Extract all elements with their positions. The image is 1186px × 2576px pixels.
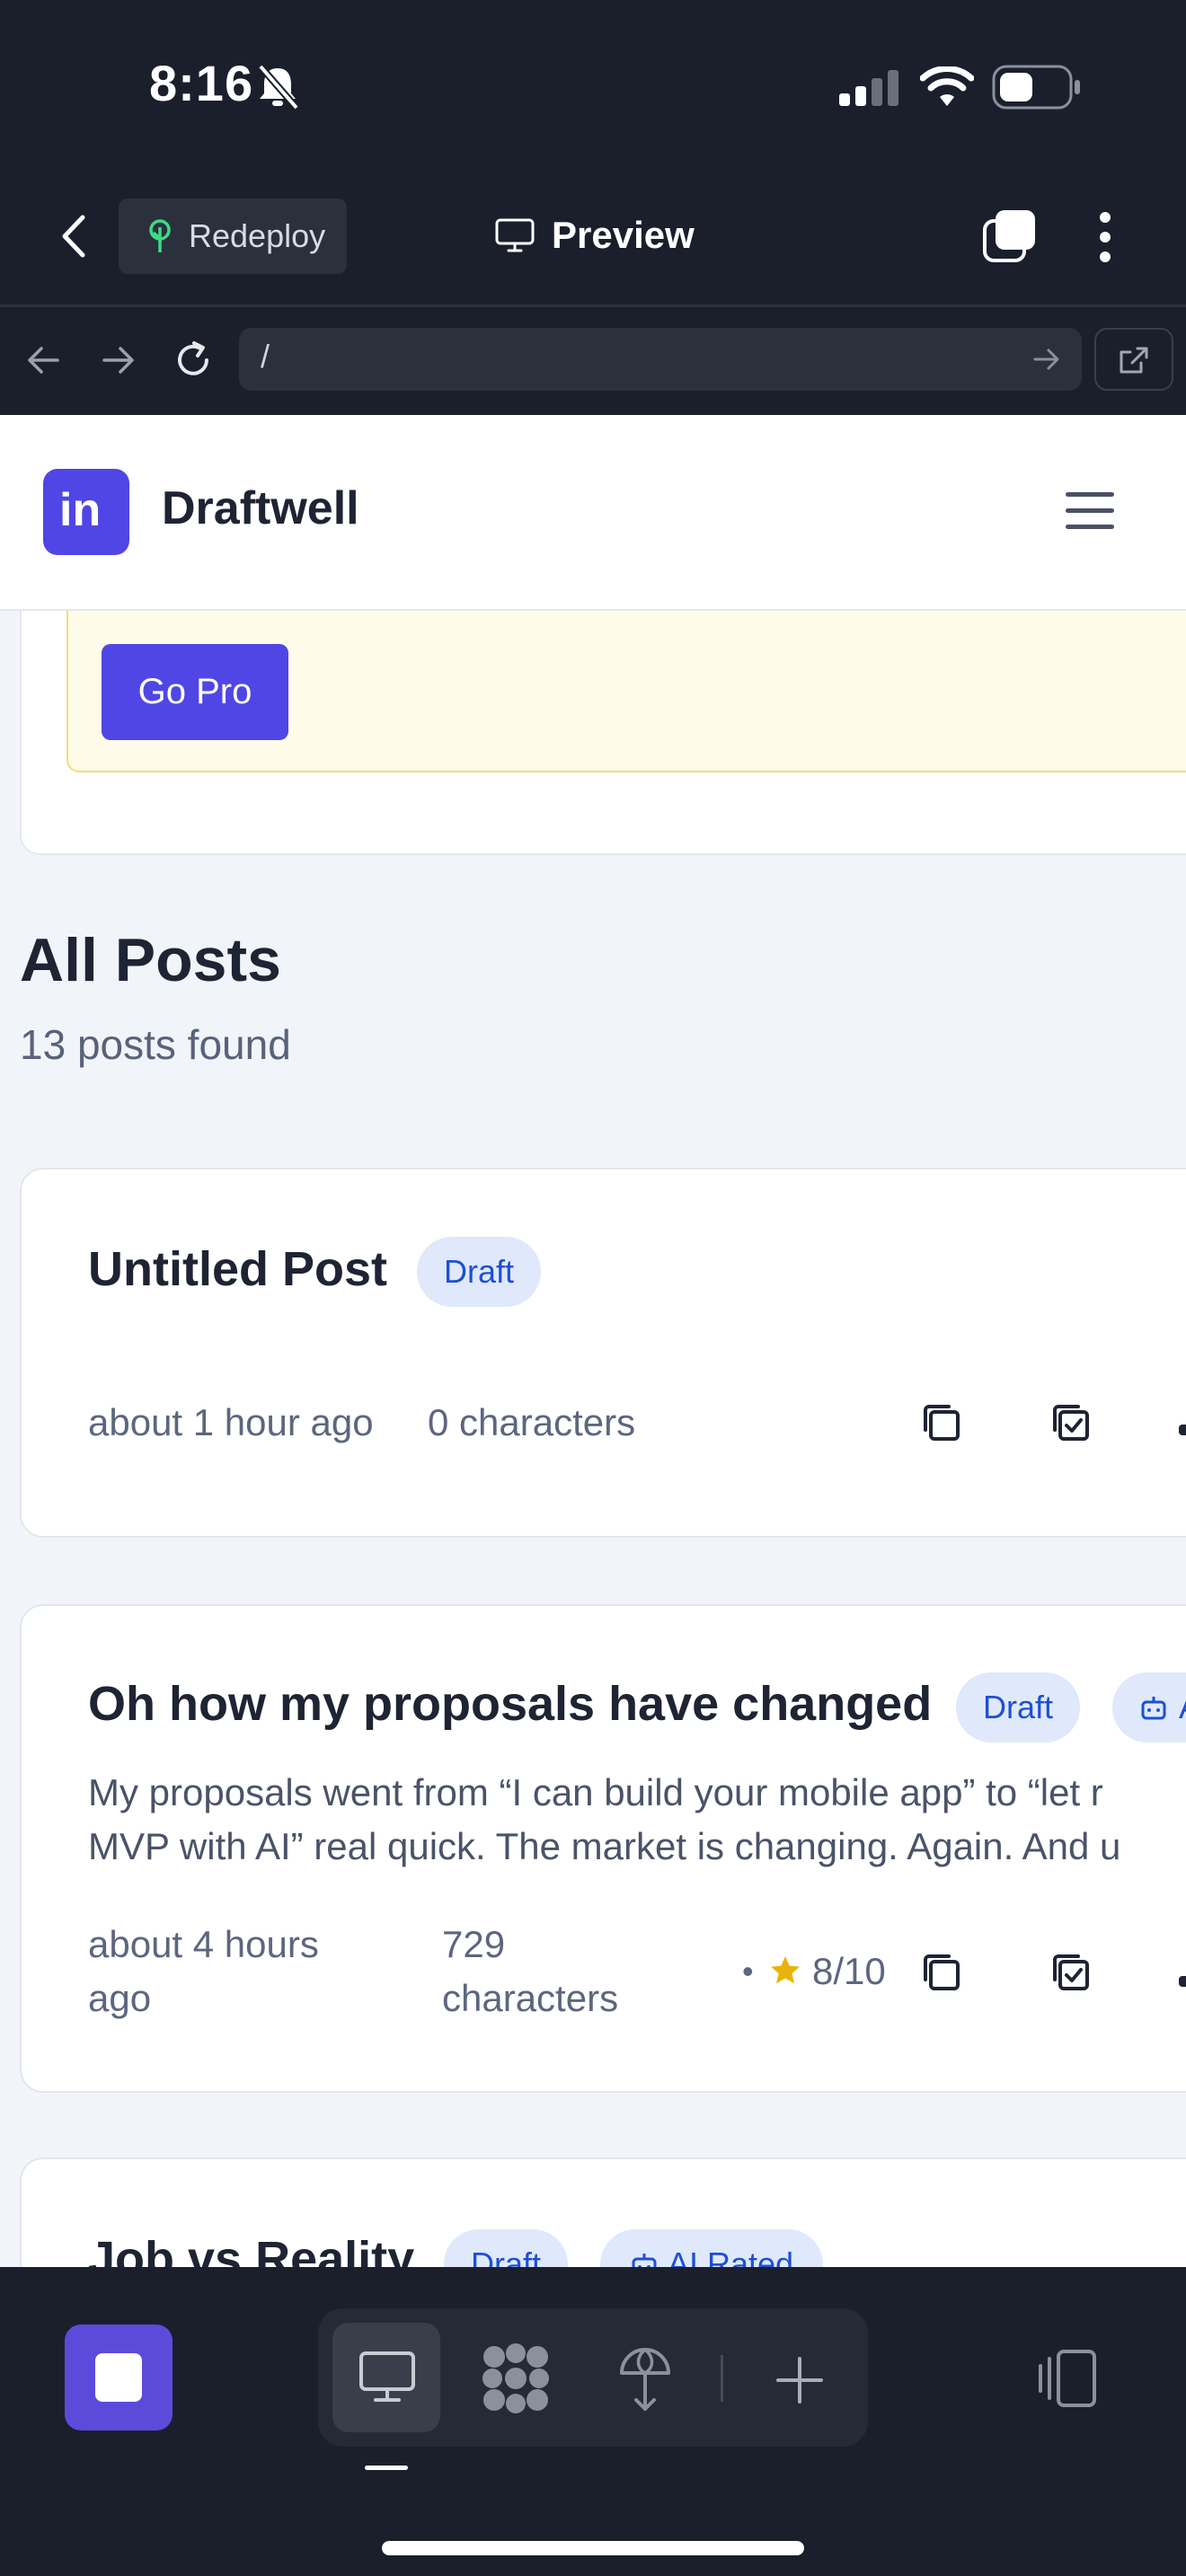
post-characters: 0 characters [428,1401,636,1443]
redeploy-label: Redeploy [189,217,326,254]
monitor-icon [495,218,535,252]
post-rating: 8/10 [812,1950,886,1992]
active-tab-indicator [365,2466,408,2470]
ai-badge-label: A [1179,1689,1186,1726]
overflow-icon[interactable] [1179,1976,1186,1987]
logo-text: in [59,484,102,536]
device-icon[interactable] [1035,2348,1100,2411]
brand-logo[interactable]: in [43,469,129,555]
home-indicator [382,2541,804,2555]
post-title[interactable]: Untitled Post [88,1241,387,1297]
stop-icon [95,2353,142,2402]
post-characters: 729 [442,1923,506,1965]
post-card[interactable] [20,1168,1186,1538]
status-time: 8:16 [149,55,254,111]
status-badge: Draft [417,1237,541,1307]
tabs-icon[interactable] [981,208,1039,264]
brand-name[interactable]: Draftwell [162,481,359,535]
go-pro-button[interactable]: Go Pro [102,644,288,740]
copy-icon[interactable] [915,1945,969,1999]
meta-bullet: • [742,1953,754,1989]
grid-icon[interactable] [480,2342,552,2414]
overflow-icon[interactable] [1179,1425,1186,1435]
post-excerpt-line: My proposals went from “I can build your… [88,1771,1103,1813]
post-excerpt-line: MVP with AI” real quick. The market is c… [88,1825,1121,1867]
menu-icon[interactable] [1064,490,1116,532]
copy-check-icon[interactable] [1044,1945,1098,1999]
ai-rated-badge: A [1112,1672,1186,1742]
post-time: about 1 hour ago [88,1401,374,1443]
arrow-right-icon[interactable] [101,345,137,375]
post-characters: characters [442,1977,619,2019]
more-icon[interactable] [1094,210,1116,264]
external-link-icon [1120,347,1148,374]
section-title: All Posts [20,926,281,994]
battery-icon [992,65,1080,110]
go-arrow-icon[interactable] [1033,347,1060,372]
posts-count: 13 posts found [20,1021,291,1068]
globe-icon[interactable] [616,2342,674,2414]
plus-icon[interactable] [773,2353,827,2407]
preview-label: Preview [552,214,695,256]
monitor-icon [359,2351,415,2402]
robot-icon [1141,1697,1166,1720]
copy-icon[interactable] [915,1396,969,1450]
copy-check-icon[interactable] [1044,1396,1098,1450]
url-text: / [261,338,270,375]
preview-toggle[interactable]: Preview [494,208,695,262]
bell-slash-icon [257,64,300,110]
tree-icon [149,219,171,252]
redeploy-button[interactable]: Redeploy [119,198,347,274]
toolbar-separator [721,2355,723,2402]
arrow-left-icon[interactable] [25,345,61,375]
post-time: ago [88,1977,152,2019]
status-badge: Draft [956,1672,1080,1742]
post-title[interactable]: Oh how my proposals have changed [88,1676,932,1732]
star-icon [771,1956,800,1984]
back-chevron-icon[interactable] [58,212,90,260]
reload-icon[interactable] [173,340,214,381]
url-bar[interactable] [239,328,1082,391]
wifi-icon [920,66,974,106]
signal-icon [839,70,898,106]
post-time: about 4 hours [88,1923,319,1965]
